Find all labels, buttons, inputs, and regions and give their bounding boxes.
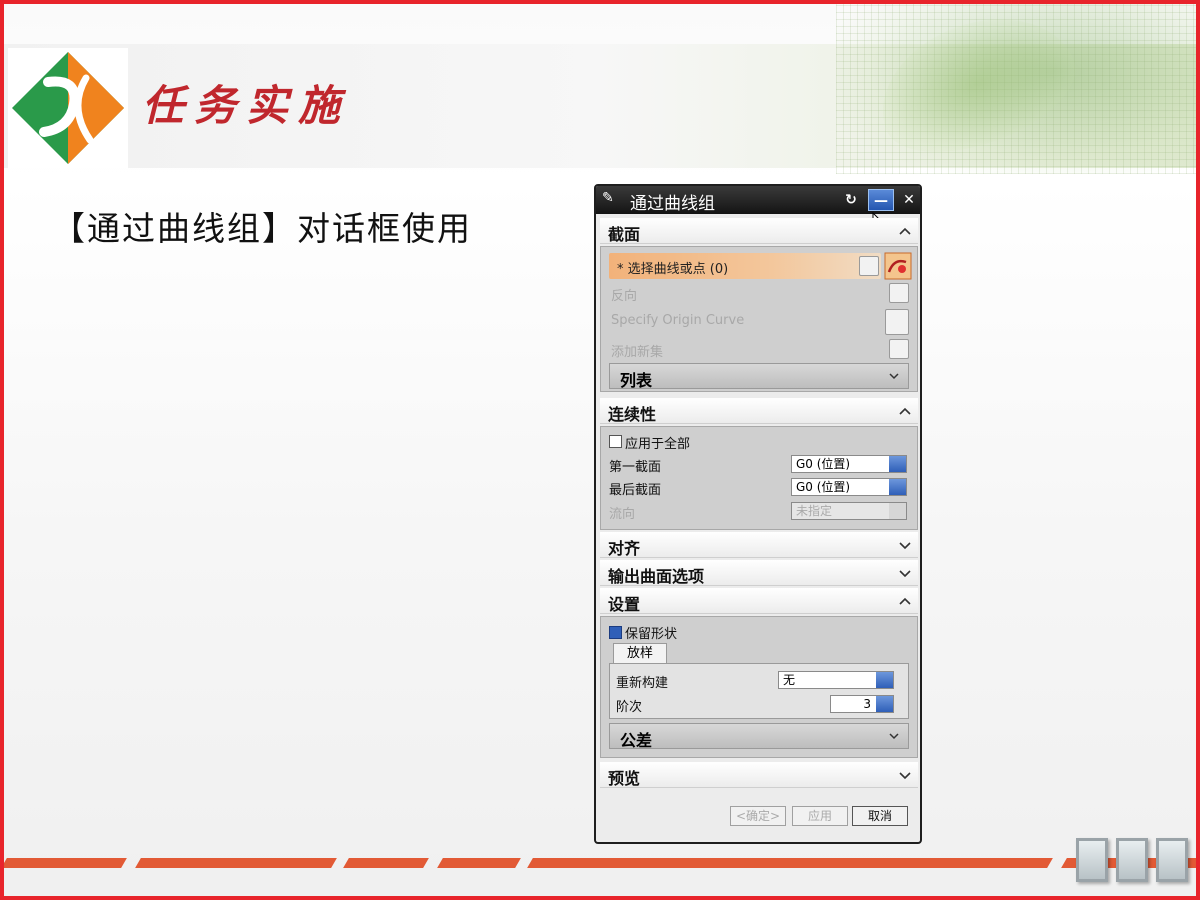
first-section-label: 第一截面 (609, 460, 662, 475)
list-expander[interactable]: 列表 (609, 363, 909, 390)
dropdown-arrow-icon[interactable] (889, 456, 906, 472)
reverse-label: 反向 (611, 289, 638, 304)
section-header-section[interactable]: 截面 (600, 218, 918, 244)
slide-subtitle: 【通过曲线组】对话框使用 (52, 209, 472, 248)
section-header-continuity[interactable]: 连续性 (600, 398, 918, 424)
list-label: 列表 (620, 371, 653, 390)
degree-value: 3 (863, 697, 871, 711)
tolerance-label: 公差 (620, 731, 653, 750)
degree-stepper[interactable]: 3 (830, 695, 894, 713)
continuity-panel: 应用于全部 第一截面 G0 (位置) 最后截面 G0 (位置) 流向 未指定 (600, 426, 918, 530)
ok-button[interactable]: <确定> (730, 806, 786, 826)
last-section-value: G0 (位置) (796, 480, 851, 494)
chevron-down-icon[interactable] (898, 538, 912, 552)
dialog-titlebar: ✎ 通过曲线组 ↻ — ✕ (596, 186, 920, 214)
settings-panel: 保留形状 放样 重新构建 无 阶次 3 公差 (600, 616, 918, 758)
continuity-label: 连续性 (608, 405, 657, 424)
tolerance-expander[interactable]: 公差 (609, 723, 909, 750)
settings-label: 设置 (608, 595, 641, 614)
flow-direction-label: 流向 (609, 507, 636, 522)
select-curve-icon[interactable] (884, 252, 912, 280)
rebuild-value: 无 (783, 673, 796, 687)
curve-rule-icon[interactable] (859, 256, 879, 276)
section-panel: * 选择曲线或点 (0) 反向 Specify Origin Curve 添加新… (600, 246, 918, 392)
flow-direction-select[interactable]: 未指定 (791, 502, 907, 520)
last-section-select[interactable]: G0 (位置) (791, 478, 907, 496)
output-options-label: 输出曲面选项 (608, 567, 705, 586)
stripe (135, 858, 337, 868)
slide-nav (1046, 830, 1196, 890)
preview-label: 预览 (608, 769, 641, 788)
keep-shape-checkbox[interactable] (609, 626, 622, 639)
apply-button[interactable]: 应用 (792, 806, 848, 826)
page-title: 任务实施 (142, 81, 351, 130)
alignment-label: 对齐 (608, 539, 641, 558)
bottom-stripe-bar (4, 858, 1196, 872)
select-curve-label: * 选择曲线或点 (0) (617, 262, 729, 277)
chevron-down-icon[interactable] (898, 566, 912, 580)
stripe (437, 858, 521, 868)
chevron-down-icon (889, 373, 899, 380)
chevron-up-icon[interactable] (898, 404, 912, 418)
stripe (4, 858, 127, 868)
select-curve-row[interactable]: * 选择曲线或点 (0) (609, 253, 881, 279)
pen-icon: ✎ (602, 190, 614, 206)
lofting-tab-panel: 重新构建 无 阶次 3 (609, 663, 909, 719)
dropdown-arrow-icon (889, 503, 906, 519)
first-section-select[interactable]: G0 (位置) (791, 455, 907, 473)
rebuild-select[interactable]: 无 (778, 671, 894, 689)
through-curves-dialog: ✎ 通过曲线组 ↻ — ✕ 截面 * 选择曲线或点 (0) 反向 Specify… (594, 184, 922, 844)
add-set-icon[interactable] (889, 339, 909, 359)
stripe (343, 858, 429, 868)
add-new-set-label: 添加新集 (611, 345, 664, 360)
dialog-title: 通过曲线组 (630, 194, 715, 214)
section-header-preview[interactable]: 预览 (600, 762, 918, 788)
last-section-label: 最后截面 (609, 483, 662, 498)
flow-direction-value: 未指定 (796, 504, 833, 518)
origin-curve-icon[interactable] (885, 309, 909, 335)
stepper-arrows-icon[interactable] (876, 696, 893, 712)
slide: 任务实施 【通过曲线组】对话框使用 ✎ 通过曲线组 ↻ — ✕ 截面 * 选择曲… (0, 0, 1200, 900)
section-header-settings[interactable]: 设置 (600, 588, 918, 614)
specify-origin-label: Specify Origin Curve (611, 313, 745, 328)
close-button[interactable]: ✕ (898, 189, 920, 211)
dropdown-arrow-icon[interactable] (889, 479, 906, 495)
nav-next-button[interactable] (1156, 838, 1188, 882)
cancel-button[interactable]: 取消 (852, 806, 908, 826)
tab-lofting[interactable]: 放样 (613, 643, 667, 663)
section-label: 截面 (608, 225, 641, 244)
dropdown-arrow-icon[interactable] (876, 672, 893, 688)
nav-prev-button[interactable] (1076, 838, 1108, 882)
section-header-alignment[interactable]: 对齐 (600, 532, 918, 558)
minimize-button[interactable]: — (868, 189, 894, 211)
reset-icon[interactable]: ↻ (840, 189, 862, 211)
keep-shape-label: 保留形状 (625, 627, 678, 642)
reverse-direction-icon[interactable] (889, 283, 909, 303)
chevron-up-icon[interactable] (898, 224, 912, 238)
apply-all-checkbox[interactable] (609, 435, 622, 448)
rebuild-label: 重新构建 (616, 676, 669, 691)
chevron-up-icon[interactable] (898, 594, 912, 608)
apply-all-label: 应用于全部 (625, 437, 691, 452)
chevron-down-icon[interactable] (898, 768, 912, 782)
nav-home-button[interactable] (1116, 838, 1148, 882)
degree-label: 阶次 (616, 700, 643, 715)
section-header-output[interactable]: 输出曲面选项 (600, 560, 918, 586)
stripe (527, 858, 1053, 868)
logo-icon (8, 48, 128, 168)
first-section-value: G0 (位置) (796, 457, 851, 471)
chevron-down-icon (889, 733, 899, 740)
